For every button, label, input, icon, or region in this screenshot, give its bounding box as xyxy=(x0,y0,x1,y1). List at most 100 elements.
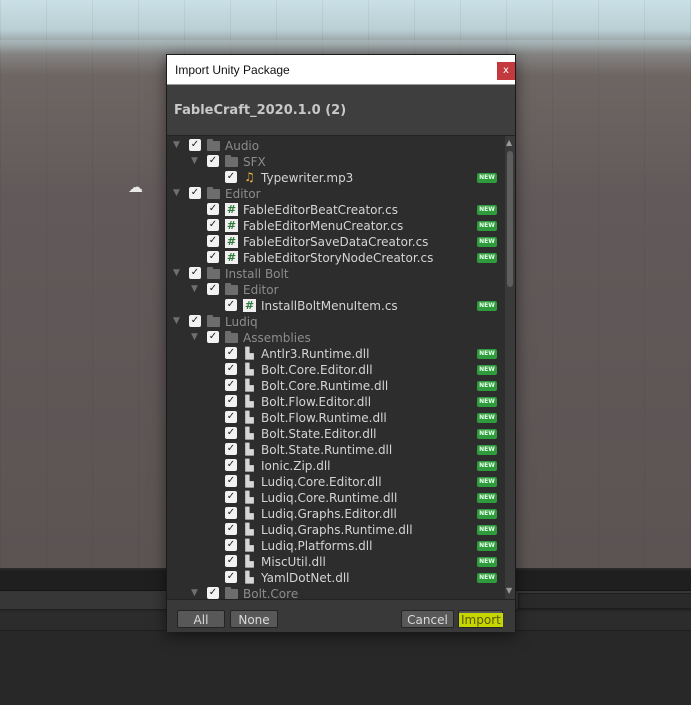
expand-arrow-icon[interactable]: ▼ xyxy=(173,189,182,198)
tree-file-row[interactable]: ✓ ▙ Ludiq.Graphs.Runtime.dll NEW xyxy=(167,522,505,538)
tree-item-label: FableEditorBeatCreator.cs xyxy=(243,203,399,217)
tree-folder-row[interactable]: ▼ ✓ Editor xyxy=(167,282,505,298)
select-all-button[interactable]: All xyxy=(177,610,225,628)
tree-file-row[interactable]: ✓ ▙ Bolt.State.Runtime.dll NEW xyxy=(167,442,505,458)
assembly-icon: ▙ xyxy=(245,491,254,504)
assembly-icon: ▙ xyxy=(245,459,254,472)
include-checkbox[interactable]: ✓ xyxy=(189,187,201,199)
panel-search-field[interactable] xyxy=(518,593,691,609)
tree-file-row[interactable]: ✓ ▙ Ludiq.Platforms.dll NEW xyxy=(167,538,505,554)
tree-file-row[interactable]: ✓ ♫ Typewriter.mp3 NEW xyxy=(167,170,505,186)
include-checkbox[interactable]: ✓ xyxy=(225,379,237,391)
tree-item-label: Bolt.Flow.Runtime.dll xyxy=(261,411,387,425)
cancel-button[interactable]: Cancel xyxy=(401,610,454,628)
include-checkbox[interactable]: ✓ xyxy=(225,411,237,423)
tree-file-row[interactable]: ✓ # FableEditorStoryNodeCreator.cs NEW xyxy=(167,250,505,266)
tree-file-row[interactable]: ✓ # InstallBoltMenuItem.cs NEW xyxy=(167,298,505,314)
tree-folder-row[interactable]: ▼ ✓ Ludiq xyxy=(167,314,505,330)
tree-file-row[interactable]: ✓ ▙ Bolt.Core.Runtime.dll NEW xyxy=(167,378,505,394)
new-badge: NEW xyxy=(477,445,497,455)
expand-arrow-icon[interactable]: ▼ xyxy=(173,317,182,326)
audio-clip-icon: ♫ xyxy=(244,170,255,184)
tree-file-row[interactable]: ✓ # FableEditorSaveDataCreator.cs NEW xyxy=(167,234,505,250)
include-checkbox[interactable]: ✓ xyxy=(207,587,219,599)
include-checkbox[interactable]: ✓ xyxy=(189,139,201,151)
new-badge: NEW xyxy=(477,429,497,439)
tree-file-row[interactable]: ✓ ▙ Bolt.Flow.Runtime.dll NEW xyxy=(167,410,505,426)
expand-arrow-icon[interactable]: ▼ xyxy=(173,269,182,278)
new-badge: NEW xyxy=(477,221,497,231)
tree-file-row[interactable]: ✓ ▙ Ionic.Zip.dll NEW xyxy=(167,458,505,474)
import-package-dialog: Import Unity Package x FableCraft_2020.1… xyxy=(166,54,516,632)
include-checkbox[interactable]: ✓ xyxy=(207,251,219,263)
tree-folder-row[interactable]: ▼ ✓ Assemblies xyxy=(167,330,505,346)
include-checkbox[interactable]: ✓ xyxy=(225,299,237,311)
include-checkbox[interactable]: ✓ xyxy=(189,267,201,279)
tree-item-label: Install Bolt xyxy=(225,267,289,281)
include-checkbox[interactable]: ✓ xyxy=(225,555,237,567)
tree-file-row[interactable]: ✓ ▙ Ludiq.Graphs.Editor.dll NEW xyxy=(167,506,505,522)
expand-arrow-icon[interactable]: ▼ xyxy=(191,333,200,342)
assembly-icon: ▙ xyxy=(245,539,254,552)
tree-item-label: SFX xyxy=(243,155,266,169)
tree-file-row[interactable]: ✓ # FableEditorMenuCreator.cs NEW xyxy=(167,218,505,234)
tree-item-label: Assemblies xyxy=(243,331,311,345)
tree-folder-row[interactable]: ▼ ✓ SFX xyxy=(167,154,505,170)
tree-file-row[interactable]: ✓ ▙ Ludiq.Core.Editor.dll NEW xyxy=(167,474,505,490)
scrollbar-thumb[interactable] xyxy=(507,151,513,287)
include-checkbox[interactable]: ✓ xyxy=(225,507,237,519)
include-checkbox[interactable]: ✓ xyxy=(225,171,237,183)
expand-arrow-icon[interactable]: ▼ xyxy=(191,157,200,166)
expand-arrow-icon[interactable]: ▼ xyxy=(173,141,182,150)
include-checkbox[interactable]: ✓ xyxy=(225,491,237,503)
csharp-script-icon: # xyxy=(225,203,238,216)
include-checkbox[interactable]: ✓ xyxy=(225,523,237,535)
new-badge: NEW xyxy=(477,509,497,519)
tree-file-row[interactable]: ✓ ▙ YamlDotNet.dll NEW xyxy=(167,570,505,586)
assembly-icon: ▙ xyxy=(245,507,254,520)
tree-file-row[interactable]: ✓ ▙ Bolt.State.Editor.dll NEW xyxy=(167,426,505,442)
tree-folder-row[interactable]: ▼ ✓ Editor xyxy=(167,186,505,202)
import-button[interactable]: Import xyxy=(458,610,503,628)
tree-file-row[interactable]: ✓ ▙ Bolt.Core.Editor.dll NEW xyxy=(167,362,505,378)
include-checkbox[interactable]: ✓ xyxy=(207,203,219,215)
include-checkbox[interactable]: ✓ xyxy=(225,571,237,583)
include-checkbox[interactable]: ✓ xyxy=(207,219,219,231)
include-checkbox[interactable]: ✓ xyxy=(189,315,201,327)
folder-icon xyxy=(225,283,238,295)
include-checkbox[interactable]: ✓ xyxy=(225,459,237,471)
tree-folder-row[interactable]: ▼ ✓ Bolt.Core xyxy=(167,586,505,599)
tree-folder-row[interactable]: ▼ ✓ Audio xyxy=(167,138,505,154)
close-button[interactable]: x xyxy=(497,62,515,80)
expand-arrow-icon[interactable]: ▼ xyxy=(191,285,200,294)
tree-item-label: Ludiq xyxy=(225,315,258,329)
tree-file-row[interactable]: ✓ ▙ MiscUtil.dll NEW xyxy=(167,554,505,570)
include-checkbox[interactable]: ✓ xyxy=(207,283,219,295)
include-checkbox[interactable]: ✓ xyxy=(225,347,237,359)
expand-arrow-icon[interactable]: ▼ xyxy=(191,589,200,598)
include-checkbox[interactable]: ✓ xyxy=(225,363,237,375)
include-checkbox[interactable]: ✓ xyxy=(225,443,237,455)
include-checkbox[interactable]: ✓ xyxy=(207,235,219,247)
new-badge: NEW xyxy=(477,301,497,311)
include-checkbox[interactable]: ✓ xyxy=(225,475,237,487)
tree-file-row[interactable]: ✓ ▙ Antlr3.Runtime.dll NEW xyxy=(167,346,505,362)
include-checkbox[interactable]: ✓ xyxy=(225,395,237,407)
tree-file-row[interactable]: ✓ ▙ Bolt.Flow.Editor.dll NEW xyxy=(167,394,505,410)
tree-file-row[interactable]: ✓ # FableEditorBeatCreator.cs NEW xyxy=(167,202,505,218)
include-checkbox[interactable]: ✓ xyxy=(225,539,237,551)
include-checkbox[interactable]: ✓ xyxy=(207,155,219,167)
assembly-icon: ▙ xyxy=(245,427,254,440)
tree-scrollbar[interactable]: ▲ ▼ xyxy=(505,136,515,599)
tree-item-label: Bolt.Flow.Editor.dll xyxy=(261,395,372,409)
tree-folder-row[interactable]: ▼ ✓ Install Bolt xyxy=(167,266,505,282)
folder-icon xyxy=(207,187,220,199)
include-checkbox[interactable]: ✓ xyxy=(207,331,219,343)
select-none-button[interactable]: None xyxy=(230,610,278,628)
scroll-down-arrow-icon[interactable]: ▼ xyxy=(506,586,512,595)
scroll-up-arrow-icon[interactable]: ▲ xyxy=(506,138,512,147)
assembly-icon: ▙ xyxy=(245,443,254,456)
tree-file-row[interactable]: ✓ ▙ Ludiq.Core.Runtime.dll NEW xyxy=(167,490,505,506)
assembly-icon: ▙ xyxy=(245,475,254,488)
include-checkbox[interactable]: ✓ xyxy=(225,427,237,439)
